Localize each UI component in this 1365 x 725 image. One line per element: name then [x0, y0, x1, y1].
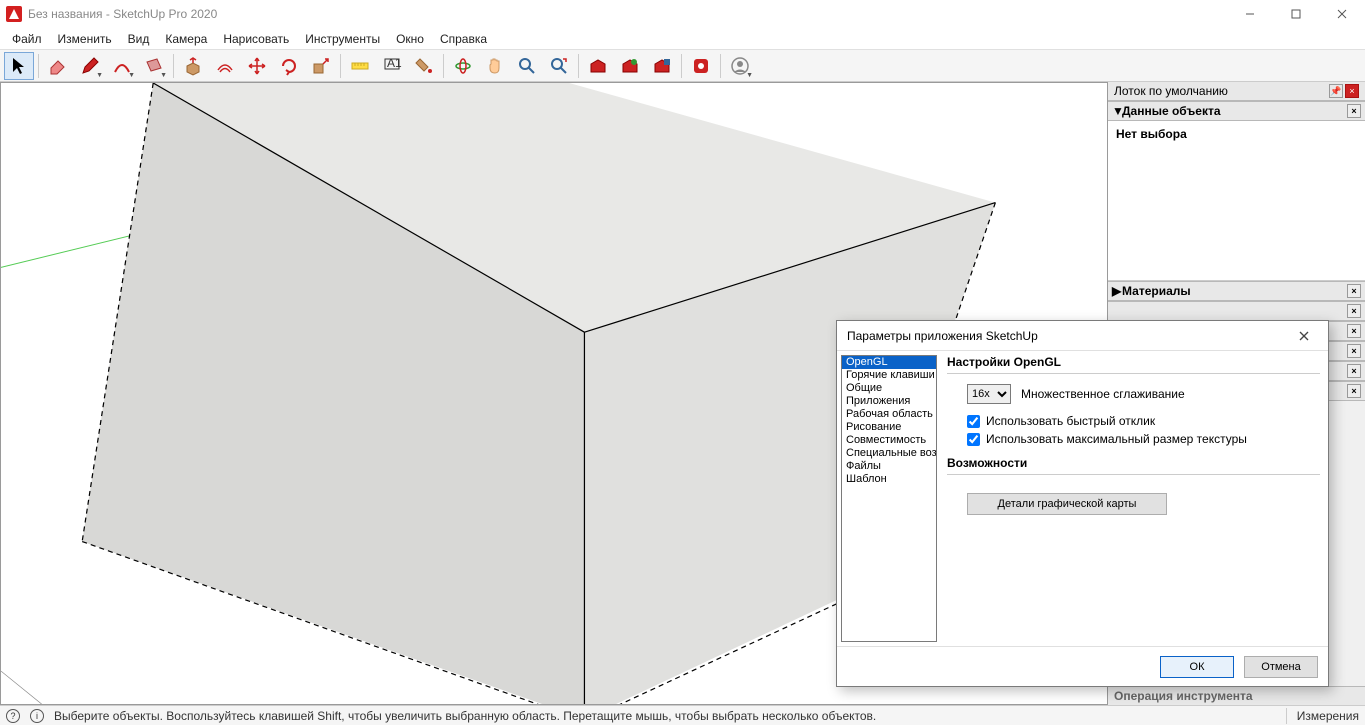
panel-materials-head[interactable]: ▶ Материалы × [1108, 281, 1365, 301]
close-button[interactable] [1319, 0, 1365, 28]
tool-text[interactable]: A1 [377, 52, 407, 80]
statusbar: ? i Выберите объекты. Воспользуйтесь кла… [0, 705, 1365, 725]
multisample-select[interactable]: 16x [967, 384, 1011, 404]
gfx-details-button[interactable]: Детали графической карты [967, 493, 1167, 515]
tool-rectangle[interactable]: ▼ [139, 52, 169, 80]
cat-general[interactable]: Общие [842, 382, 936, 395]
tool-tape[interactable] [345, 52, 375, 80]
tool-extension-warehouse[interactable] [647, 52, 677, 80]
cat-accessibility[interactable]: Специальные возможности [842, 447, 936, 460]
menu-draw[interactable]: Нарисовать [215, 30, 297, 48]
chevron-right-icon: ▶ [1112, 284, 1122, 298]
tool-pushpull[interactable] [178, 52, 208, 80]
fast-feedback-checkbox[interactable] [967, 415, 980, 428]
window-title: Без названия - SketchUp Pro 2020 [28, 7, 217, 21]
max-texture-label: Использовать максимальный размер текстур… [986, 432, 1247, 446]
tool-3dwarehouse[interactable] [583, 52, 613, 80]
max-texture-row[interactable]: Использовать максимальный размер текстур… [967, 432, 1320, 446]
tool-rotate[interactable] [274, 52, 304, 80]
cat-compat[interactable]: Совместимость [842, 434, 936, 447]
no-selection-label: Нет выбора [1116, 127, 1187, 141]
tool-orbit[interactable] [448, 52, 478, 80]
menu-tools[interactable]: Инструменты [297, 30, 388, 48]
cat-apps[interactable]: Приложения [842, 395, 936, 408]
tool-paint[interactable] [409, 52, 439, 80]
menu-file[interactable]: Файл [4, 30, 50, 48]
cat-template[interactable]: Шаблон [842, 473, 936, 486]
tool-zoom[interactable] [512, 52, 542, 80]
chevron-down-icon: ▼ [1112, 104, 1122, 118]
tool-scale[interactable] [306, 52, 336, 80]
preferences-dialog: Параметры приложения SketchUp OpenGL Гор… [836, 320, 1329, 687]
menu-help[interactable]: Справка [432, 30, 495, 48]
section-caps-title: Возможности [947, 456, 1320, 470]
tool-pencil[interactable]: ▼ [75, 52, 105, 80]
max-texture-checkbox[interactable] [967, 433, 980, 446]
tray-pin-icon[interactable]: 📌 [1329, 84, 1343, 98]
multisample-label: Множественное сглаживание [1021, 387, 1185, 401]
cat-shortcuts[interactable]: Горячие клавиши [842, 369, 936, 382]
cancel-button[interactable]: Отмена [1244, 656, 1318, 678]
fast-feedback-label: Использовать быстрый отклик [986, 414, 1155, 428]
tray-title: Лоток по умолчанию [1114, 84, 1228, 98]
category-list[interactable]: OpenGL Горячие клавиши Общие Приложения … [841, 355, 937, 642]
tray-footer-label: Операция инструмента [1108, 686, 1365, 705]
tool-zoom-extents[interactable] [544, 52, 574, 80]
menu-view[interactable]: Вид [120, 30, 158, 48]
panel-hidden-1[interactable]: × [1108, 301, 1365, 321]
titlebar: Без названия - SketchUp Pro 2020 [0, 0, 1365, 28]
panel-entity-body: Нет выбора [1108, 121, 1365, 281]
help-icon[interactable]: ? [6, 709, 20, 723]
panel-materials-close[interactable]: × [1347, 284, 1361, 298]
minimize-button[interactable] [1227, 0, 1273, 28]
cat-workspace[interactable]: Рабочая область [842, 408, 936, 421]
tool-move[interactable] [242, 52, 272, 80]
tool-eraser[interactable] [43, 52, 73, 80]
maximize-button[interactable] [1273, 0, 1319, 28]
dialog-close-button[interactable] [1290, 322, 1318, 350]
panel-entity-head[interactable]: ▼ Данные объекта × [1108, 101, 1365, 121]
panel-entity-title: Данные объекта [1122, 104, 1221, 118]
measurements-label: Измерения [1297, 709, 1359, 723]
tool-select[interactable] [4, 52, 34, 80]
info-icon[interactable]: i [30, 709, 44, 723]
section-opengl-title: Настройки OpenGL [947, 355, 1320, 369]
menubar: Файл Изменить Вид Камера Нарисовать Инст… [0, 28, 1365, 50]
cat-files[interactable]: Файлы [842, 460, 936, 473]
tool-share-model[interactable] [615, 52, 645, 80]
panel-entity-close[interactable]: × [1347, 104, 1361, 118]
fast-feedback-row[interactable]: Использовать быстрый отклик [967, 414, 1320, 428]
cat-drawing[interactable]: Рисование [842, 421, 936, 434]
tool-user[interactable]: ▼ [725, 52, 755, 80]
menu-camera[interactable]: Камера [157, 30, 215, 48]
dialog-title: Параметры приложения SketchUp [847, 329, 1038, 343]
menu-edit[interactable]: Изменить [50, 30, 120, 48]
app-icon [6, 6, 22, 22]
tray-header: Лоток по умолчанию 📌 × [1108, 82, 1365, 101]
svg-text:A1: A1 [387, 56, 402, 70]
menu-window[interactable]: Окно [388, 30, 432, 48]
tool-extension-manager[interactable] [686, 52, 716, 80]
toolbar: ▼ ▼ ▼ A1 ▼ [0, 50, 1365, 82]
tool-pan[interactable] [480, 52, 510, 80]
ok-button[interactable]: ОК [1160, 656, 1234, 678]
cat-opengl[interactable]: OpenGL [842, 356, 936, 369]
tray-close-icon[interactable]: × [1345, 84, 1359, 98]
status-hint: Выберите объекты. Воспользуйтесь клавише… [54, 709, 876, 723]
panel-materials-title: Материалы [1122, 284, 1191, 298]
tool-arc[interactable]: ▼ [107, 52, 137, 80]
tool-offset[interactable] [210, 52, 240, 80]
